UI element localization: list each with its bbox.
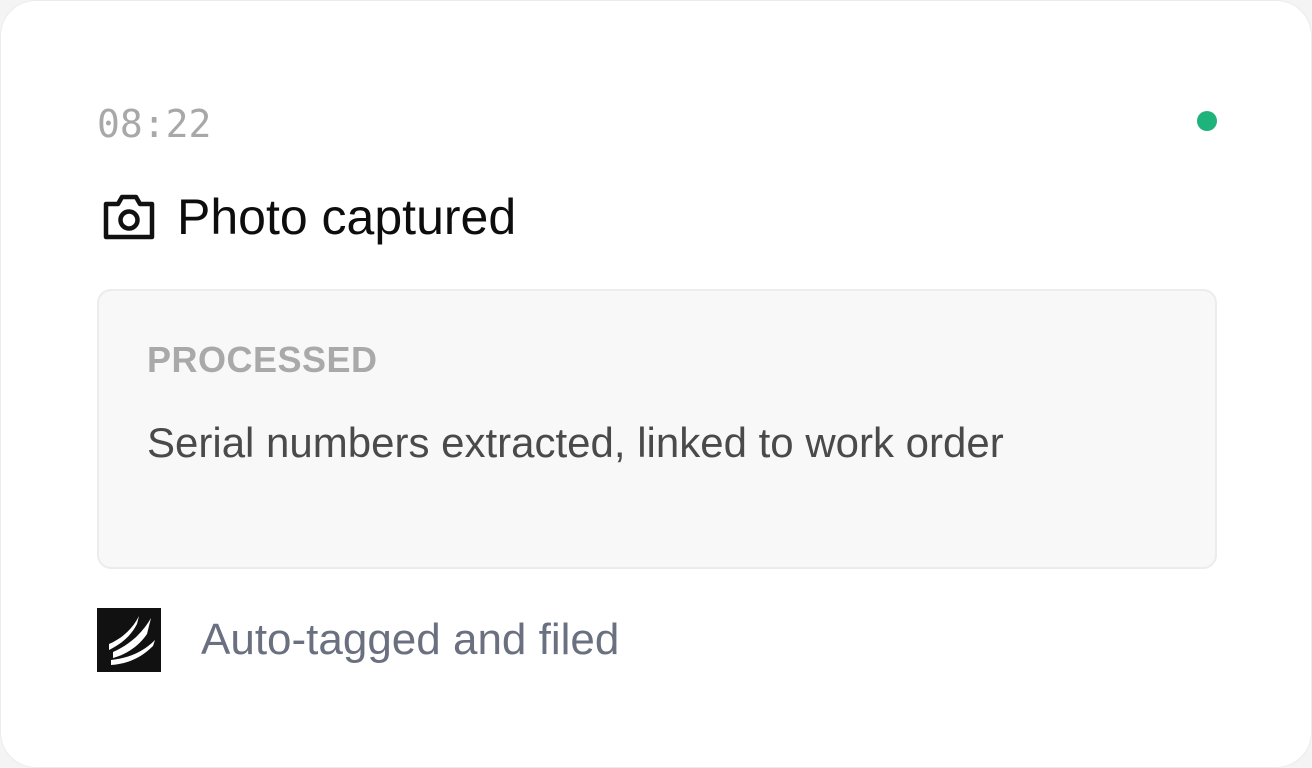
processed-details: PROCESSED Serial numbers extracted, link… — [97, 289, 1217, 569]
event-header: Photo captured — [101, 187, 516, 247]
detail-text: Serial numbers extracted, linked to work… — [147, 419, 1004, 466]
status-indicator — [1197, 111, 1217, 131]
brand-logo — [97, 608, 161, 672]
detail-label: PROCESSED — [147, 339, 378, 380]
timestamp: 08:22 — [97, 102, 212, 146]
camera-icon — [101, 192, 157, 242]
footer-text: Auto-tagged and filed — [201, 615, 620, 664]
activity-card: 08:22 Photo captured PROCESSED Serial nu… — [0, 0, 1312, 768]
footer: Auto-tagged and filed — [97, 608, 619, 672]
event-title: Photo captured — [177, 189, 517, 245]
